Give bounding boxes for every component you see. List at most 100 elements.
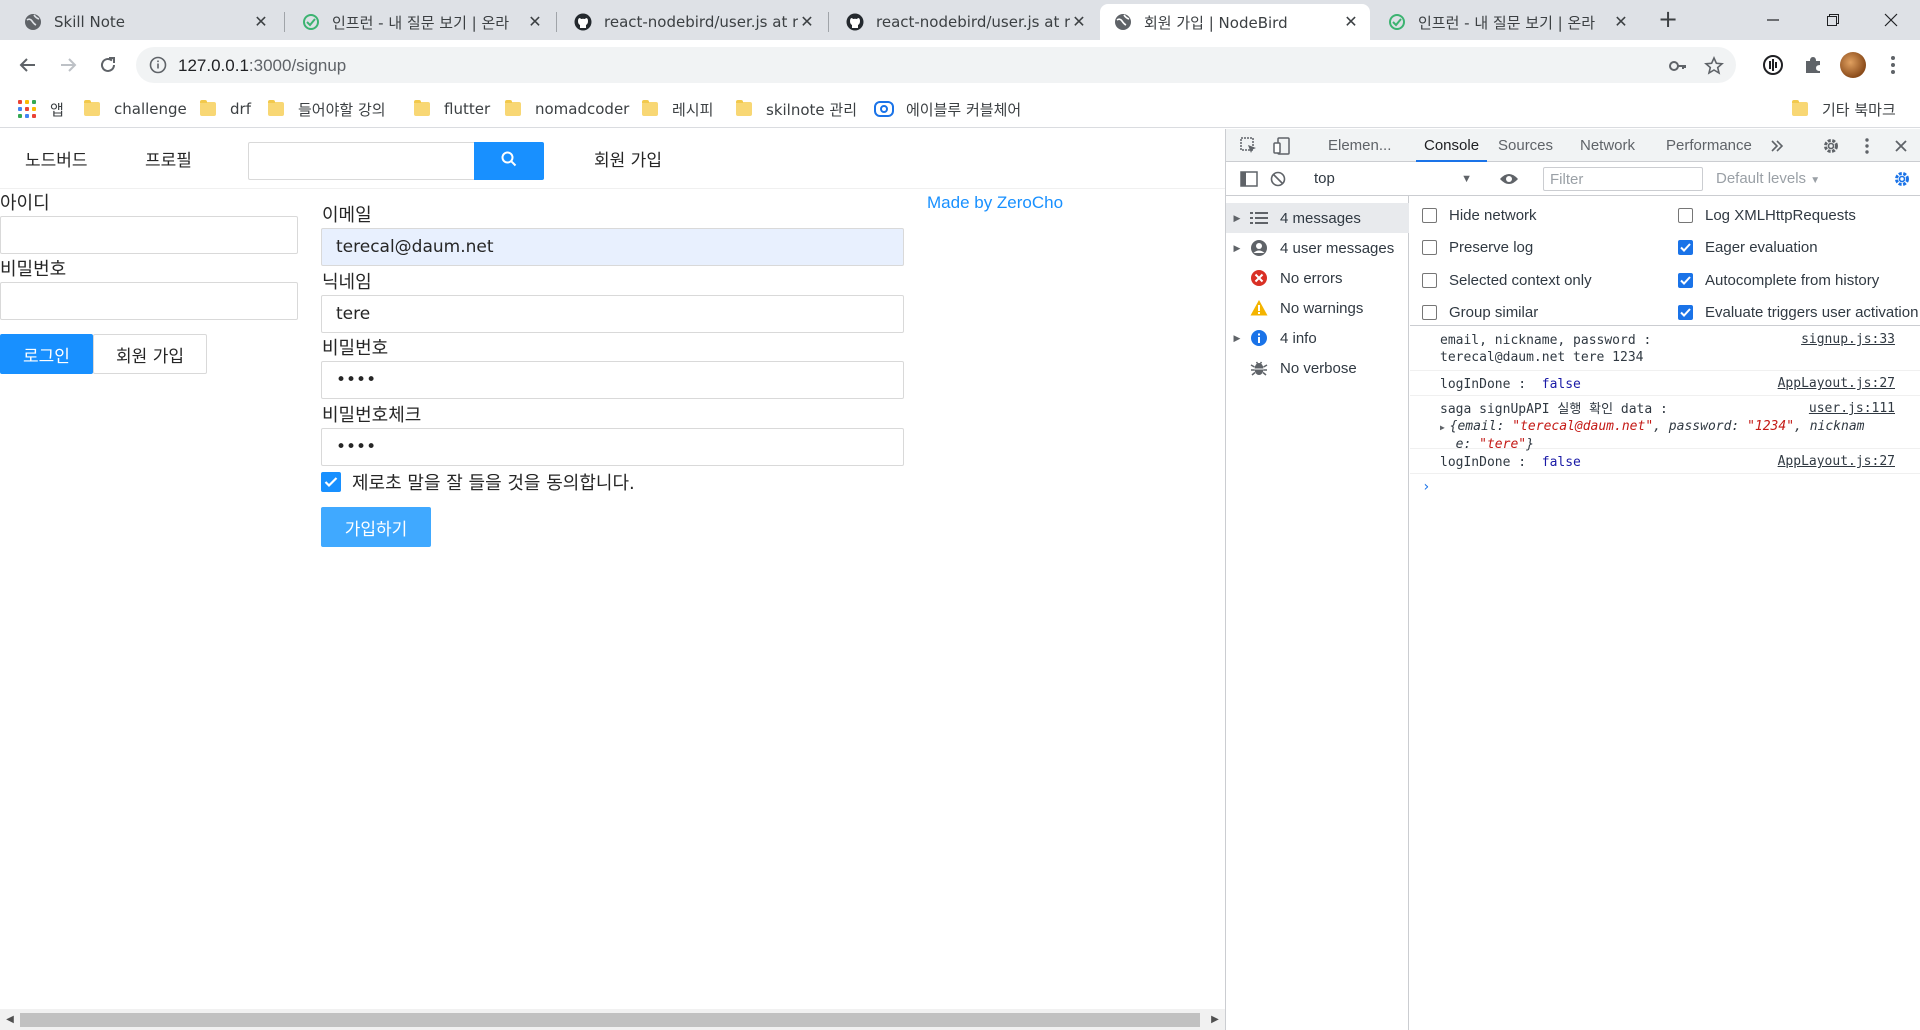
bookmark-apps[interactable]: 앱 [18,97,64,121]
bookmark-ablue[interactable]: 에이블루 커블체어 [874,97,1021,121]
login-password-input[interactable] [0,282,298,320]
setting-checkbox[interactable] [1422,240,1437,255]
setting-autocomplete-history[interactable]: Autocomplete from history [1678,272,1879,289]
forward-icon[interactable] [54,51,82,79]
extensions-puzzle-icon[interactable] [1800,52,1826,78]
bookmark-folder[interactable]: drf [200,97,251,121]
scrollbar-thumb[interactable] [20,1013,1200,1027]
more-menu-icon[interactable] [1880,52,1906,78]
setting-hide-network[interactable]: Hide network [1422,207,1537,224]
close-tab-icon[interactable]: ✕ [1612,13,1630,31]
profile-avatar[interactable] [1840,52,1866,78]
setting-checkbox[interactable] [1678,208,1693,223]
browser-tab-active[interactable]: 회원 가입 | NodeBird ✕ [1100,4,1370,40]
address-bar[interactable]: 127.0.0.1:3000/signup [136,47,1736,83]
menu-home-link[interactable]: 노드버드 [25,146,88,171]
source-link[interactable]: AppLayout.js:27 [1778,454,1895,469]
devtools-tab-console[interactable]: Console [1416,129,1488,162]
expand-arrow-icon[interactable]: ▶ [1226,213,1248,224]
new-tab-button[interactable]: + [1656,7,1680,32]
clear-console-icon[interactable] [1267,168,1289,190]
search-button[interactable] [474,142,544,180]
browser-tab[interactable]: react-nodebird/user.js at re ✕ [832,4,1098,40]
sidebar-toggle-icon[interactable] [1238,168,1260,190]
setting-selected-context[interactable]: Selected context only [1422,272,1592,289]
setting-checkbox-checked[interactable] [1678,305,1693,320]
email-input[interactable]: terecal@daum.net [321,228,904,266]
expand-arrow-icon[interactable]: ▶ [1226,243,1248,254]
bookmark-folder[interactable]: 레시피 [642,97,713,121]
login-signup-button[interactable]: 회원 가입 [93,334,207,374]
setting-group-similar[interactable]: Group similar [1422,304,1538,321]
close-tab-icon[interactable]: ✕ [1070,13,1088,31]
devtools-tab-performance[interactable]: Performance [1666,129,1752,162]
console-prompt-icon[interactable]: › [1422,479,1430,495]
back-icon[interactable] [14,51,42,79]
browser-tab[interactable]: Skill Note ✕ [10,4,280,40]
device-toolbar-icon[interactable] [1271,135,1293,157]
password-check-input[interactable]: •••• [321,428,904,466]
bookmark-folder[interactable]: skilnote 관리 [736,97,857,121]
devtools-settings-gear-icon[interactable] [1820,135,1842,157]
other-bookmarks[interactable]: 기타 북마크 [1792,97,1896,121]
setting-checkbox-checked[interactable] [1678,273,1693,288]
inspect-element-icon[interactable] [1238,135,1260,157]
log-levels-dropdown[interactable]: Default levels ▼ [1716,168,1820,192]
setting-checkbox[interactable] [1422,208,1437,223]
menu-signup-link[interactable]: 회원 가입 [594,146,662,171]
setting-preserve-log[interactable]: Preserve log [1422,239,1533,256]
made-by-link[interactable]: Made by ZeroCho [927,193,1063,213]
menu-profile-link[interactable]: 프로필 [145,146,192,171]
sidebar-item-errors[interactable]: No errors [1226,263,1409,293]
object-preview[interactable]: ▶ {email: "terecal@daum.net", password: … [1440,418,1865,453]
bookmark-folder[interactable]: nomadcoder [505,97,629,121]
context-selector[interactable]: top ▼ [1314,168,1474,190]
setting-checkbox[interactable] [1422,273,1437,288]
filter-input[interactable]: Filter [1543,167,1703,191]
extension-audio-icon[interactable] [1760,52,1786,78]
source-link[interactable]: signup.js:33 [1801,332,1895,347]
close-tab-icon[interactable]: ✕ [1342,13,1360,31]
key-icon[interactable] [1668,56,1688,76]
scroll-left-icon[interactable]: ◀ [4,1013,16,1027]
bookmark-folder[interactable]: 들어야할 강의 [268,97,386,121]
close-window-icon[interactable] [1868,0,1914,40]
devtools-tab-elements[interactable]: Elemen... [1328,129,1391,162]
setting-log-xhr[interactable]: Log XMLHttpRequests [1678,207,1856,224]
close-tab-icon[interactable]: ✕ [798,13,816,31]
devtools-close-icon[interactable] [1890,135,1912,157]
close-tab-icon[interactable]: ✕ [526,13,544,31]
scroll-right-icon[interactable]: ▶ [1209,1013,1221,1027]
minimize-icon[interactable] [1750,0,1796,40]
horizontal-scrollbar[interactable]: ◀ ▶ [0,1009,1225,1030]
browser-tab[interactable]: react-nodebird/user.js at re ✕ [560,4,826,40]
reload-icon[interactable] [94,51,122,79]
setting-eager-evaluation[interactable]: Eager evaluation [1678,239,1818,256]
terms-checkbox[interactable] [321,472,341,492]
bookmark-folder[interactable]: challenge [84,97,187,121]
browser-tab[interactable]: 인프런 - 내 질문 보기 | 온라 ✕ [288,4,554,40]
setting-evaluate-triggers[interactable]: Evaluate triggers user activation [1678,304,1918,321]
info-icon[interactable] [148,55,168,75]
id-input[interactable] [0,216,298,254]
sidebar-item-warnings[interactable]: No warnings [1226,293,1409,323]
setting-checkbox[interactable] [1422,305,1437,320]
setting-checkbox-checked[interactable] [1678,240,1693,255]
signup-submit-button[interactable]: 가입하기 [321,507,431,547]
browser-tab[interactable]: 인프런 - 내 질문 보기 | 온라 ✕ [1374,4,1640,40]
more-tabs-icon[interactable] [1766,135,1788,157]
close-tab-icon[interactable]: ✕ [252,13,270,31]
sidebar-item-verbose[interactable]: No verbose [1226,353,1409,383]
login-button[interactable]: 로그인 [0,334,93,374]
sidebar-item-messages[interactable]: ▶ 4 messages [1226,203,1409,233]
bookmark-folder[interactable]: flutter [414,97,490,121]
expand-arrow-icon[interactable]: ▶ [1226,333,1248,344]
devtools-tab-network[interactable]: Network [1580,129,1635,162]
devtools-tab-sources[interactable]: Sources [1498,129,1553,162]
sidebar-item-user-messages[interactable]: ▶ 4 user messages [1226,233,1409,263]
sidebar-item-info[interactable]: ▶ 4 info [1226,323,1409,353]
source-link[interactable]: AppLayout.js:27 [1778,376,1895,391]
bookmark-star-icon[interactable] [1704,56,1724,76]
search-input[interactable] [248,142,475,180]
expand-object-icon[interactable]: ▶ [1440,423,1450,432]
